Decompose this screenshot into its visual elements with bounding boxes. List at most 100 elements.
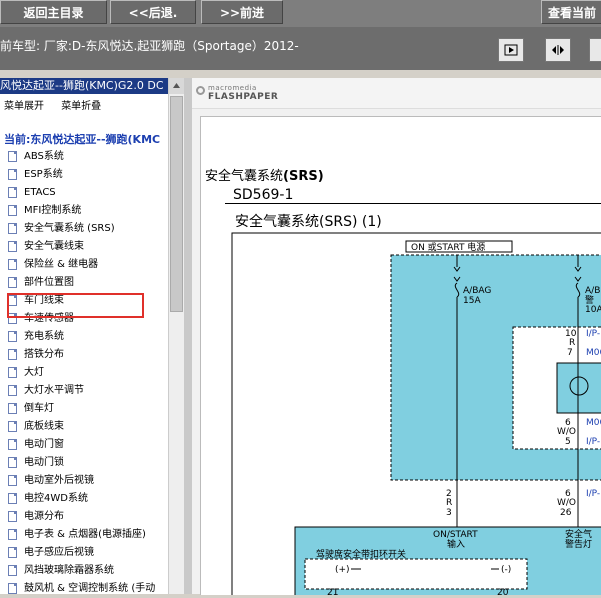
tree-item-label: ETACS xyxy=(24,187,56,198)
tree-item[interactable]: ESP系统 xyxy=(0,166,168,184)
document-icon xyxy=(8,421,17,432)
tree-item-label: 安全气囊线束 xyxy=(24,241,84,252)
next-arrow-icon xyxy=(504,44,518,56)
pin-r: R xyxy=(569,338,575,348)
collapse-menu-button[interactable]: 菜单折叠 xyxy=(61,101,101,112)
flashpaper-logo-icon xyxy=(196,86,205,95)
document-icon xyxy=(8,169,17,180)
tree-item-label: 电动门锁 xyxy=(24,457,64,468)
seat-label: 安全气 xyxy=(565,528,592,540)
tree-item[interactable]: 充电系统 xyxy=(0,328,168,346)
tree-item-label: ESP系统 xyxy=(24,169,63,180)
document-icon xyxy=(8,583,17,594)
tree-item[interactable]: 电控4WD系统 xyxy=(0,490,168,508)
conn-1: I/P- xyxy=(586,329,600,339)
plus-label: (+) xyxy=(335,565,350,575)
document-icon xyxy=(8,259,17,270)
logo-big-text: FLASHPAPER xyxy=(208,92,279,102)
wiring-diagram: ON 或START 电源 A/BAG 15A A/B 警 10A 10 R 7 … xyxy=(231,232,601,595)
tree-item[interactable]: 大灯水平调节 xyxy=(0,382,168,400)
document-icon xyxy=(8,331,17,342)
pin-26: 26 xyxy=(560,508,572,518)
conn-4: I/P- xyxy=(586,437,600,447)
tree-item[interactable]: 电源分布 xyxy=(0,508,168,526)
pin-5: 5 xyxy=(565,437,571,447)
tree-item[interactable]: 鼓风机 & 空调控制系统 (手动 xyxy=(0,580,168,598)
pin-r2: R xyxy=(446,498,452,508)
tree-tools: 菜单展开 菜单折叠 xyxy=(4,97,115,112)
document-icon xyxy=(8,223,17,234)
scroll-up-arrow-icon[interactable] xyxy=(169,78,184,94)
document-icon xyxy=(8,511,17,522)
tree-item-label: MFI控制系统 xyxy=(24,205,82,216)
tree-item-label: 电子感应后视镜 xyxy=(24,547,94,558)
document-icon xyxy=(8,385,17,396)
tree-item[interactable]: 电动门窗 xyxy=(0,436,168,454)
tree-item[interactable]: 安全气囊线束 xyxy=(0,238,168,256)
tree-item[interactable]: 保险丝 & 继电器 xyxy=(0,256,168,274)
tree-item[interactable]: ABS系统 xyxy=(0,148,168,166)
view-current-button[interactable]: 查看当前 xyxy=(541,0,601,24)
document-icon xyxy=(8,277,17,288)
flashpaper-toolbar: macromedia FLASHPAPER xyxy=(192,78,601,109)
conn-2: M06 xyxy=(586,348,601,358)
tree-item-label: 电源分布 xyxy=(24,511,64,522)
tree-item[interactable]: 底板线束 xyxy=(0,418,168,436)
forward-button[interactable]: >>前进 xyxy=(201,0,283,24)
warn-label: 警告灯 xyxy=(565,538,592,550)
home-button[interactable]: 返回主目录 xyxy=(0,0,107,24)
tree-item-label: 风挡玻璃除霜器系统 xyxy=(24,565,114,576)
document-viewer: macromedia FLASHPAPER 安全气囊系统(SRS) SD569-… xyxy=(192,78,601,595)
tree-item-label: 大灯 xyxy=(24,367,44,378)
scroll-thumb[interactable] xyxy=(170,96,183,312)
tree-item-label: 大灯水平调节 xyxy=(24,385,84,396)
document-icon xyxy=(8,565,17,576)
fuse1-amp: 15A xyxy=(463,296,481,306)
tree-item-label: 电控4WD系统 xyxy=(24,493,88,504)
back-button[interactable]: <<后退. xyxy=(110,0,196,24)
tree-item[interactable]: 电动室外后视镜 xyxy=(0,472,168,490)
tree-item[interactable]: 电子感应后视镜 xyxy=(0,544,168,562)
pane-splitter[interactable] xyxy=(184,78,192,594)
tree-item[interactable]: 风挡玻璃除霜器系统 xyxy=(0,562,168,580)
tree-item[interactable]: 电动门锁 xyxy=(0,454,168,472)
tree-header: 风悦达起亚--狮跑(KMC)G2.0 DC xyxy=(0,78,168,94)
fuse1-name: A/BAG xyxy=(463,286,491,296)
expand-menu-button[interactable]: 菜单展开 xyxy=(4,101,44,112)
document-icon xyxy=(8,493,17,504)
document-icon xyxy=(8,439,17,450)
selected-item-highlight xyxy=(7,293,144,318)
left-tree-panel: 风悦达起亚--狮跑(KMC)G2.0 DC 菜单展开 菜单折叠 当前:东风悦达起… xyxy=(0,78,184,594)
tree-item[interactable]: ETACS xyxy=(0,184,168,202)
document-icon xyxy=(8,349,17,360)
extra-toolbar-button[interactable] xyxy=(589,38,601,62)
tree-item-label: 充电系统 xyxy=(24,331,64,342)
power-label: ON 或START 电源 xyxy=(411,241,485,253)
document-icon xyxy=(8,547,17,558)
top-nav-bar: 返回主目录 <<后退. >>前进 查看当前 xyxy=(0,0,601,27)
conn-5: I/P- xyxy=(586,489,600,499)
tree-item[interactable]: 搭铁分布 xyxy=(0,346,168,364)
tree-item[interactable]: 安全气囊系统 (SRS) xyxy=(0,220,168,238)
current-location: 当前:东风悦达起亚--狮跑(KMC xyxy=(4,133,161,146)
next-page-button[interactable] xyxy=(498,38,524,62)
tree-item[interactable]: MFI控制系统 xyxy=(0,202,168,220)
pin-7: 7 xyxy=(567,348,573,358)
model-text: 前车型: 厂家:D-东风悦达.起亚狮跑（Sportage）2012- xyxy=(0,39,299,53)
tree-item-label: ABS系统 xyxy=(24,151,64,162)
fit-page-button[interactable] xyxy=(545,38,571,62)
conn-3: M06 xyxy=(586,418,601,428)
tree-item[interactable]: 电子表 & 点烟器(电源插座) xyxy=(0,526,168,544)
tree-item[interactable]: 大灯 xyxy=(0,364,168,382)
tree-item-label: 电子表 & 点烟器(电源插座) xyxy=(24,529,146,540)
document-icon xyxy=(8,187,17,198)
fuse2-amp: 10A xyxy=(585,305,601,315)
fit-width-icon xyxy=(552,45,564,55)
tree-item[interactable]: 倒车灯 xyxy=(0,400,168,418)
document-icon xyxy=(8,529,17,540)
left-scrollbar[interactable] xyxy=(168,78,184,594)
fuse2-name: A/B xyxy=(585,286,600,296)
document-icon xyxy=(8,367,17,378)
document-icon xyxy=(8,241,17,252)
tree-item[interactable]: 部件位置图 xyxy=(0,274,168,292)
